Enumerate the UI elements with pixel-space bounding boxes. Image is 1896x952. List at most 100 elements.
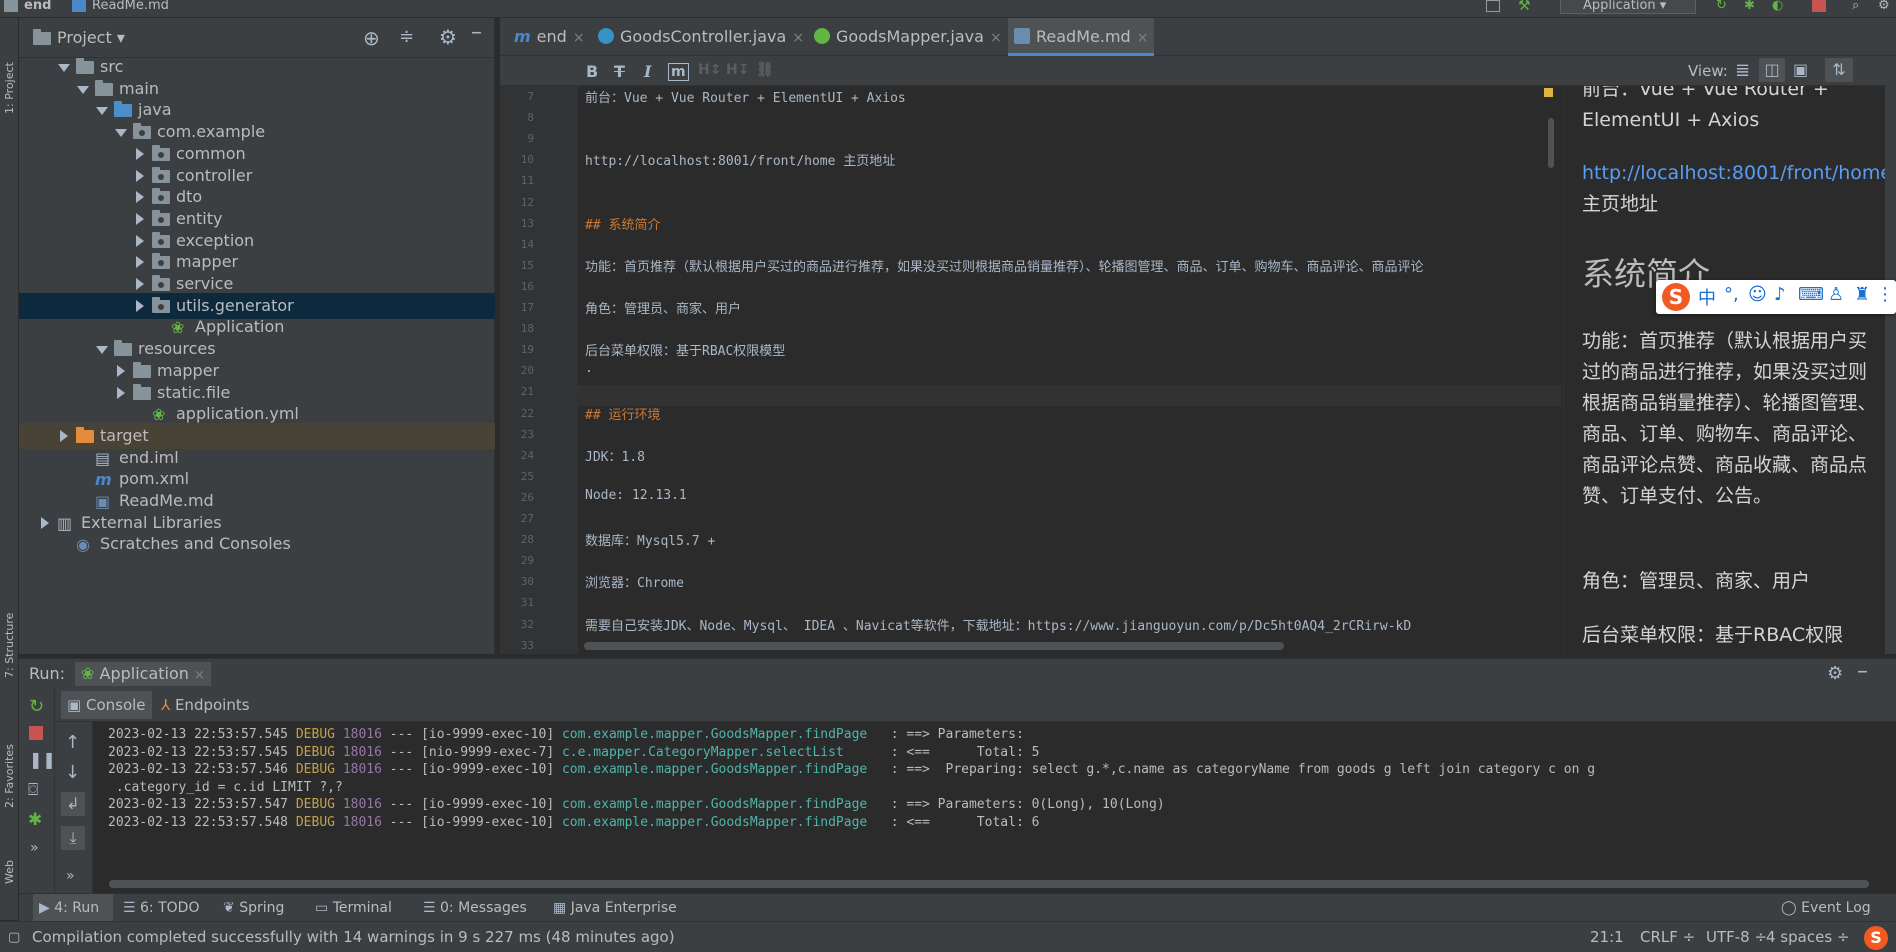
- hide-panel-icon[interactable]: –: [1857, 659, 1868, 684]
- code-icon[interactable]: m: [668, 63, 689, 81]
- arrow-down-icon[interactable]: ↓: [65, 762, 80, 783]
- tree-item-scratches-and-consoles[interactable]: ◉ Scratches and Consoles: [19, 531, 495, 557]
- editor-scrollbar[interactable]: [1548, 118, 1554, 168]
- tab-goods-mapper[interactable]: GoodsMapper.java ×: [808, 18, 1002, 56]
- sogou-tray-icon[interactable]: S: [1864, 926, 1888, 950]
- ime-toolbar[interactable]: S 中 °, ☺ ♪ ⌨ ♙ ♜ ⋮: [1656, 280, 1896, 314]
- rerun-icon[interactable]: ↻: [29, 696, 44, 717]
- soft-wrap-icon[interactable]: ↲: [61, 792, 85, 816]
- code-line: 角色：管理员、商家、用户: [585, 302, 742, 317]
- restore-layout-icon[interactable]: ✱: [28, 810, 42, 830]
- camera-icon[interactable]: ⌼: [28, 780, 38, 800]
- debug-icon[interactable]: ✱: [1744, 0, 1758, 12]
- line-number: 7: [527, 90, 534, 103]
- line-separator[interactable]: CRLF ÷: [1640, 922, 1695, 952]
- menu-icon[interactable]: ⋮: [1876, 284, 1894, 305]
- bottom-tab-todo[interactable]: ☰ 6: TODO: [123, 894, 199, 922]
- more-icon[interactable]: »: [30, 840, 39, 856]
- strikethrough-icon[interactable]: T: [614, 62, 625, 81]
- bottom-tab-run[interactable]: ▶ 4: Run: [33, 894, 113, 922]
- bottom-tab-terminal[interactable]: ▭ Terminal: [315, 894, 392, 922]
- tab-end[interactable]: m end ×: [508, 18, 585, 56]
- microphone-icon[interactable]: ♪: [1774, 284, 1786, 305]
- preview-only-icon[interactable]: ▣: [1793, 60, 1808, 79]
- log-logger[interactable]: com.example.mapper.GoodsMapper.findPage: [562, 815, 883, 830]
- stop-icon[interactable]: [29, 726, 43, 740]
- bottom-tab-java-enterprise[interactable]: ▦ Java Enterprise: [553, 894, 677, 922]
- log-line: 2023-02-13 22:53:57.545 DEBUG 18016 --- …: [108, 727, 1024, 742]
- log-logger[interactable]: c.e.mapper.CategoryMapper.selectList: [562, 745, 883, 760]
- settings-icon[interactable]: ⚙: [1878, 0, 1892, 12]
- tab-console[interactable]: ▣ Console: [61, 691, 152, 719]
- hammer-icon[interactable]: ⚒: [1518, 0, 1532, 13]
- punctuation-icon[interactable]: °,: [1724, 284, 1739, 305]
- project-tree: src main java com.example common controller dt…: [19, 54, 495, 654]
- rerun-icon[interactable]: ↻: [1716, 0, 1730, 12]
- search-icon[interactable]: ⌕: [1852, 0, 1866, 12]
- keyboard-icon[interactable]: ⌨: [1798, 284, 1824, 305]
- line-number: 19: [520, 343, 534, 357]
- log-logger[interactable]: com.example.mapper.GoodsMapper.findPage: [562, 797, 883, 812]
- breadcrumb-project[interactable]: end: [24, 0, 51, 14]
- ime-language[interactable]: 中: [1698, 284, 1716, 310]
- indent-setting[interactable]: 4 spaces ÷: [1766, 922, 1849, 952]
- file-encoding[interactable]: UTF-8 ÷: [1706, 922, 1767, 952]
- close-icon[interactable]: ×: [1137, 30, 1149, 46]
- markdown-editor[interactable]: 前台：Vue + Vue Router + ElementUI + Axios h…: [578, 86, 1561, 654]
- locate-icon[interactable]: ⊕: [363, 26, 380, 50]
- log-msg: : <== Total: 5: [882, 744, 1040, 760]
- log-msg: : ==> Parameters:: [882, 727, 1024, 742]
- tool-tab-project[interactable]: 1: Project: [0, 62, 19, 184]
- console-scrollbar[interactable]: [109, 880, 1869, 888]
- coverage-icon[interactable]: ◐: [1772, 0, 1786, 12]
- console-output[interactable]: 2023-02-13 22:53:57.545 DEBUG 18016 --- …: [93, 722, 1896, 893]
- log-logger[interactable]: com.example.mapper.GoodsMapper.findPage: [562, 762, 883, 777]
- tab-goods-controller[interactable]: GoodsController.java ×: [592, 18, 804, 56]
- build-icon[interactable]: [1486, 0, 1500, 12]
- bottom-tab-spring[interactable]: ❦ Spring: [223, 894, 284, 922]
- scroll-to-end-icon[interactable]: ⤓: [61, 826, 85, 850]
- tool-tab-structure[interactable]: 7: Structure: [0, 613, 19, 748]
- project-view-select[interactable]: Project ▾: [57, 18, 125, 58]
- line-number: 22: [520, 406, 534, 420]
- status-toggle-icon[interactable]: ▢: [8, 922, 20, 952]
- tab-readme[interactable]: ReadMe.md ×: [1008, 18, 1154, 56]
- horizontal-scrollbar[interactable]: [584, 642, 1284, 650]
- sync-scroll-icon[interactable]: ⇅: [1825, 58, 1853, 82]
- gear-icon[interactable]: ⚙: [1827, 663, 1843, 684]
- event-log-button[interactable]: ◯ Event Log: [1781, 894, 1871, 922]
- tab-endpoints[interactable]: ⅄ Endpoints: [155, 691, 256, 719]
- close-icon[interactable]: ×: [194, 668, 205, 683]
- bottom-tab-messages[interactable]: ☰ 0: Messages: [423, 894, 527, 922]
- package-icon: [133, 123, 151, 140]
- yml-file-icon: ❀: [152, 405, 166, 425]
- code-line: .: [585, 361, 593, 377]
- arrow-up-icon[interactable]: ↑: [65, 732, 80, 753]
- status-message[interactable]: Compilation completed successfully with …: [32, 922, 675, 952]
- gear-icon[interactable]: ⚙: [439, 25, 457, 49]
- run-config-select[interactable]: Application ▾: [1560, 0, 1696, 14]
- log-logger[interactable]: com.example.mapper.GoodsMapper.findPage: [562, 727, 883, 742]
- stop-icon[interactable]: [1812, 0, 1826, 12]
- skin-icon[interactable]: ♜: [1854, 284, 1870, 305]
- user-icon[interactable]: ♙: [1828, 284, 1844, 305]
- more-icon[interactable]: »: [66, 868, 75, 884]
- breadcrumb-file[interactable]: ReadMe.md: [92, 0, 169, 14]
- split-view-icon[interactable]: ◫: [1759, 58, 1785, 82]
- bold-icon[interactable]: B: [586, 62, 598, 81]
- collapse-all-icon[interactable]: ≑: [399, 26, 414, 47]
- tool-tab-web[interactable]: Web: [0, 860, 19, 914]
- editor-only-icon[interactable]: ≣: [1735, 60, 1750, 81]
- preview-home-link[interactable]: http://localhost:8001/front/home: [1582, 162, 1892, 184]
- folder-icon: [76, 58, 94, 74]
- close-icon[interactable]: ×: [573, 30, 585, 46]
- close-icon[interactable]: ×: [990, 30, 1002, 46]
- close-icon[interactable]: ×: [792, 30, 804, 46]
- hide-panel-icon[interactable]: –: [471, 20, 482, 45]
- run-config-tab[interactable]: ❀ Application ×: [75, 662, 211, 686]
- caret-position[interactable]: 21:1: [1590, 922, 1624, 952]
- pause-icon[interactable]: ❚❚: [29, 750, 56, 769]
- header-icon: H↕: [698, 62, 722, 78]
- italic-icon[interactable]: I: [644, 62, 651, 81]
- emoji-icon[interactable]: ☺: [1748, 284, 1767, 305]
